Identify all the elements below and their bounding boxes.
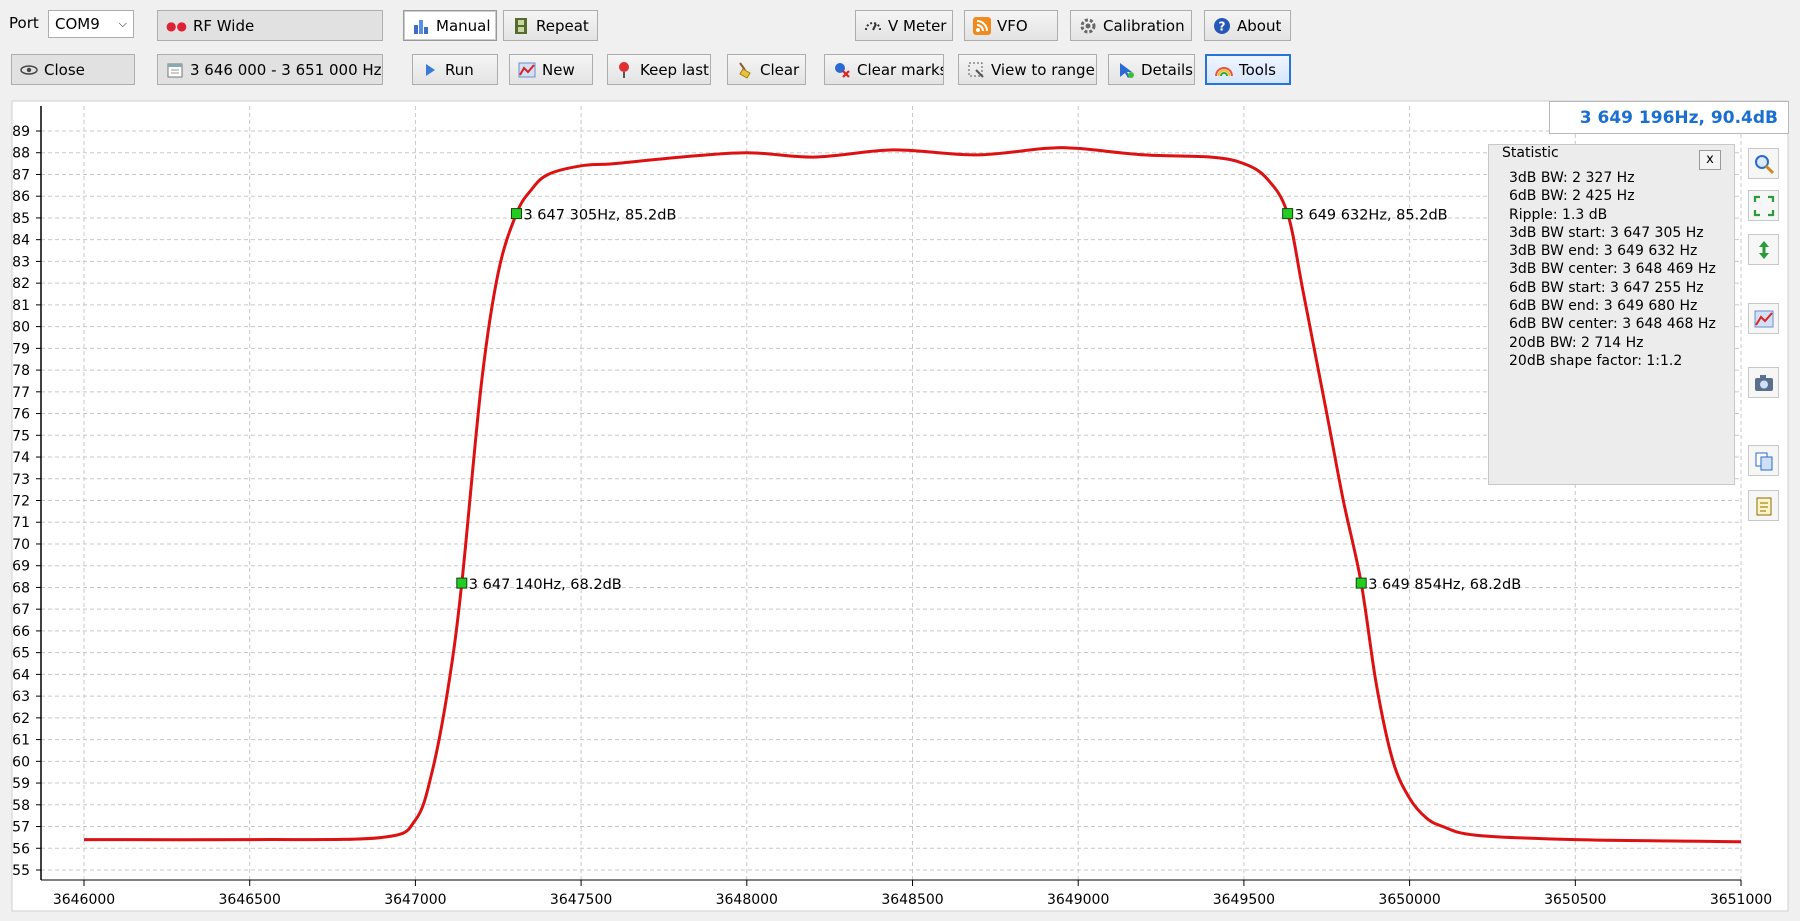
- y-tick-label: 71: [12, 515, 30, 531]
- zoom-icon[interactable]: [1748, 148, 1779, 179]
- x-tick-label: 3649000: [1047, 892, 1109, 908]
- y-tick-label: 75: [12, 428, 30, 444]
- y-tick-label: 65: [12, 646, 30, 662]
- y-tick-label: 89: [12, 124, 30, 140]
- statistic-panel: Statistic x 3dB BW: 2 327 Hz 6dB BW: 2 42…: [1488, 144, 1735, 485]
- x-tick-label: 3649500: [1213, 892, 1275, 908]
- marker-point[interactable]: [456, 577, 468, 589]
- y-tick-label: 55: [12, 863, 30, 879]
- marker-label: 3 649 632Hz, 85.2dB: [1295, 208, 1448, 224]
- x-tick-label: 3646500: [219, 892, 281, 908]
- y-tick-label: 73: [12, 472, 30, 488]
- statistic-line: Ripple: 1.3 dB: [1509, 206, 1608, 223]
- x-tick-label: 3648500: [881, 892, 943, 908]
- y-tick-label: 66: [12, 624, 30, 640]
- y-tick-label: 74: [12, 450, 30, 466]
- y-tick-label: 68: [12, 580, 30, 596]
- x-tick-label: 3651000: [1710, 892, 1772, 908]
- x-tick-label: 3650000: [1378, 892, 1440, 908]
- statistic-line: 3dB BW end: 3 649 632 Hz: [1509, 243, 1698, 260]
- y-tick-label: 56: [12, 841, 30, 857]
- x-tick-label: 3647500: [550, 892, 612, 908]
- y-tick-label: 69: [12, 559, 30, 575]
- marker-point[interactable]: [1282, 208, 1294, 220]
- y-tick-label: 87: [12, 167, 30, 183]
- y-tick-label: 76: [12, 407, 30, 423]
- marker-label: 3 649 854Hz, 68.2dB: [1368, 577, 1521, 593]
- export-icon[interactable]: [1748, 490, 1779, 521]
- y-tick-label: 67: [12, 602, 30, 618]
- cursor-readout: 3 649 196Hz, 90.4dB: [1549, 101, 1789, 134]
- camera-icon[interactable]: [1748, 367, 1779, 398]
- statistic-list: 3dB BW: 2 327 Hz 6dB BW: 2 425 Hz Ripple: …: [1509, 169, 1716, 370]
- marker-label: 3 647 140Hz, 68.2dB: [469, 577, 622, 593]
- fit-view-icon[interactable]: [1748, 190, 1779, 221]
- marker-label: 3 647 305Hz, 85.2dB: [523, 208, 676, 224]
- y-tick-label: 88: [12, 146, 30, 162]
- y-tick-label: 83: [12, 254, 30, 270]
- y-tick-label: 81: [12, 298, 30, 314]
- vertical-scale-icon[interactable]: [1748, 234, 1779, 265]
- y-tick-label: 62: [12, 711, 30, 727]
- y-tick-label: 57: [12, 820, 30, 836]
- statistic-line: 3dB BW start: 3 647 305 Hz: [1509, 224, 1704, 241]
- y-tick-label: 82: [12, 276, 30, 292]
- y-tick-label: 64: [12, 667, 30, 683]
- x-tick-label: 3646000: [53, 892, 115, 908]
- statistic-line: 6dB BW end: 3 649 680 Hz: [1509, 298, 1698, 315]
- copy-icon[interactable]: [1748, 445, 1779, 476]
- y-tick-label: 79: [12, 341, 30, 357]
- y-tick-label: 85: [12, 211, 30, 227]
- y-tick-label: 70: [12, 537, 30, 553]
- y-tick-label: 84: [12, 233, 30, 249]
- statistic-line: 3dB BW: 2 327 Hz: [1509, 170, 1635, 186]
- x-tick-label: 3648000: [716, 892, 778, 908]
- y-tick-label: 72: [12, 494, 30, 510]
- x-tick-label: 3647000: [384, 892, 446, 908]
- y-tick-label: 86: [12, 189, 30, 205]
- statistic-close-button[interactable]: x: [1699, 150, 1721, 170]
- y-tick-label: 77: [12, 385, 30, 401]
- statistic-line: 20dB shape factor: 1:1.2: [1509, 352, 1683, 369]
- y-tick-label: 60: [12, 754, 30, 770]
- y-tick-label: 61: [12, 733, 30, 749]
- statistic-line: 3dB BW center: 3 648 469 Hz: [1509, 261, 1716, 278]
- statistic-line: 6dB BW: 2 425 Hz: [1509, 188, 1635, 205]
- statistic-line: 20dB BW: 2 714 Hz: [1509, 334, 1644, 351]
- y-tick-label: 80: [12, 320, 30, 336]
- y-tick-label: 63: [12, 689, 30, 705]
- x-tick-label: 3650500: [1544, 892, 1606, 908]
- y-tick-label: 59: [12, 776, 30, 792]
- statistic-line: 6dB BW start: 3 647 255 Hz: [1509, 279, 1704, 296]
- chart-icon[interactable]: [1748, 303, 1779, 334]
- marker-point[interactable]: [510, 208, 522, 220]
- marker-point[interactable]: [1355, 577, 1367, 589]
- y-tick-label: 58: [12, 798, 30, 814]
- statistic-title: Statistic: [1502, 145, 1559, 161]
- statistic-line: 6dB BW center: 3 648 468 Hz: [1509, 316, 1716, 333]
- y-tick-label: 78: [12, 363, 30, 379]
